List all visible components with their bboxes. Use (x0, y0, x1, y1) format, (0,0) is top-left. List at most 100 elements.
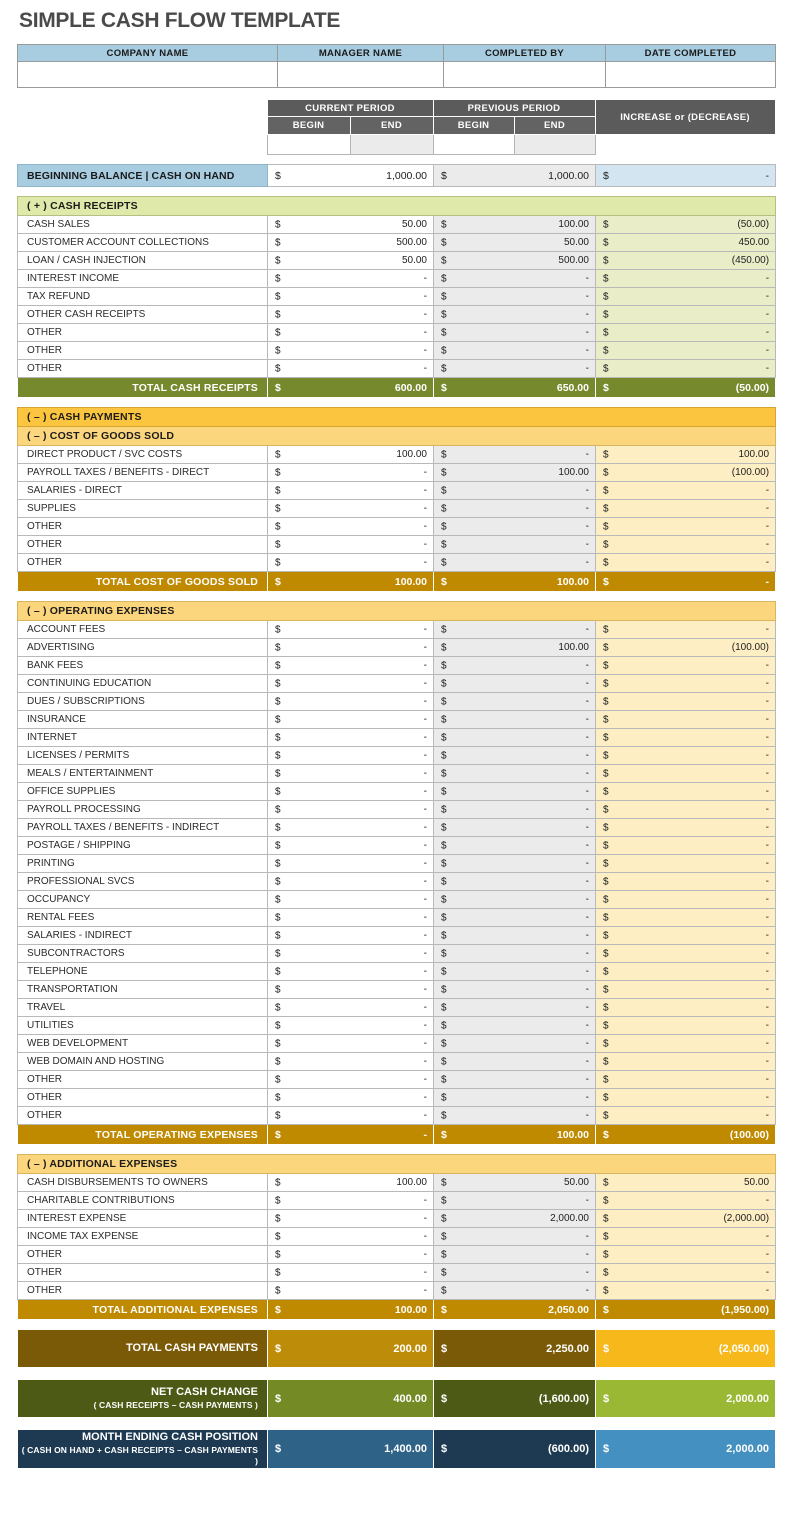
row-increase-value: $450.00 (594, 233, 777, 252)
currency-symbol: $ (603, 557, 609, 568)
amount: - (765, 291, 770, 302)
currency-symbol: $ (441, 449, 447, 460)
amount: - (765, 1092, 769, 1103)
currency-symbol: $ (275, 1056, 281, 1067)
row-previous-value: $2,000.00 (433, 1209, 596, 1228)
amount: - (765, 363, 770, 374)
period-header-spacer (17, 99, 267, 117)
manager-name-input[interactable] (277, 61, 444, 88)
row-label: WEB DEVELOPMENT (17, 1034, 268, 1053)
date-completed-input[interactable] (605, 61, 776, 88)
currency-symbol: $ (275, 1231, 281, 1242)
row-current-value: $ - (267, 782, 434, 801)
row-previous-value: $ - (433, 854, 596, 873)
row-previous-value: $ - (433, 1191, 596, 1210)
row-current-value: $ - (267, 1106, 434, 1125)
section-total-previous: $2,050.00 (433, 1299, 596, 1320)
currency-symbol: $ (275, 840, 281, 851)
info-input-row (17, 61, 776, 88)
row-label: SUPPLIES (17, 499, 268, 518)
amount: - (585, 363, 589, 374)
amount: - (765, 768, 769, 779)
currency-symbol: $ (441, 1110, 447, 1121)
currency-symbol: $ (441, 237, 447, 248)
amount: - (423, 1092, 427, 1103)
currency-symbol: $ (441, 539, 447, 550)
currency-symbol: $ (441, 912, 447, 923)
row-previous-value: $ - (433, 872, 596, 891)
table-row: BANK FEES $ - $ - $ - (17, 656, 776, 675)
amount: - (585, 696, 589, 707)
amount: 500.00 (558, 255, 589, 266)
row-increase-value: $ - (595, 674, 776, 693)
amount: - (585, 521, 589, 532)
summary-increase: $ (2,050.00) (595, 1329, 776, 1368)
currency-symbol: $ (441, 557, 447, 568)
amount: - (423, 768, 427, 779)
summary-current: $1,400.00 (267, 1429, 434, 1469)
amount: - (765, 485, 770, 496)
currency-symbol: $ (441, 1074, 447, 1085)
previous-begin-input[interactable] (432, 134, 515, 155)
current-end-input[interactable] (349, 134, 434, 155)
table-row: WEB DEVELOPMENT $ - $ - $ - (17, 1034, 776, 1053)
currency-symbol: $ (603, 309, 609, 320)
row-increase-value: $ (50.00) (594, 215, 777, 234)
completed-by-input[interactable] (443, 61, 606, 88)
row-previous-value: $ - (433, 962, 596, 981)
row-previous-value: $ - (433, 1034, 596, 1053)
amount: - (765, 309, 770, 320)
currency-symbol: $ (275, 1110, 281, 1121)
row-increase-value: $ - (595, 1088, 776, 1107)
table-row: TRANSPORTATION $ - $ - $ - (17, 980, 776, 999)
currency-symbol: $ (441, 696, 447, 707)
row-previous-value: $100.00 (433, 638, 596, 657)
row-previous-value: $100.00 (433, 215, 596, 234)
row-current-value: $ - (267, 287, 434, 306)
row-previous-value: $ - (433, 674, 596, 693)
previous-begin-header: BEGIN (432, 116, 515, 135)
amount: - (423, 1056, 427, 1067)
amount: 50.00 (401, 255, 427, 266)
amount: (1,950.00) (721, 1303, 770, 1316)
currency-symbol: $ (275, 449, 281, 460)
currency-symbol: $ (275, 1285, 281, 1296)
table-row: OTHER $ - $ - $ - (17, 535, 777, 554)
amount: - (765, 732, 769, 743)
amount: - (765, 1249, 770, 1260)
row-increase-value: $ - (595, 926, 776, 945)
current-begin-input[interactable] (266, 134, 351, 155)
currency-symbol: $ (275, 485, 281, 496)
info-header-row: COMPANY NAME MANAGER NAME COMPLETED BY D… (17, 44, 776, 62)
company-name-input[interactable] (17, 61, 278, 88)
row-current-value: $ - (267, 1088, 434, 1107)
amount: - (765, 1074, 769, 1085)
currency-symbol: $ (441, 642, 447, 653)
amount: - (585, 840, 589, 851)
currency-symbol: $ (275, 1177, 281, 1188)
table-row: INTEREST INCOME $ - $ - $ - (17, 269, 777, 288)
currency-symbol: $ (275, 521, 281, 532)
row-current-value: $ - (267, 638, 434, 657)
amount: (100.00) (731, 467, 770, 478)
row-label: INCOME TAX EXPENSE (17, 1227, 268, 1246)
sections-root: ( + ) CASH RECEIPTS CASH SALES $50.00 $100.… (16, 196, 777, 1329)
currency-symbol: $ (441, 930, 447, 941)
currency-symbol: $ (441, 1442, 448, 1455)
currency-symbol: $ (603, 858, 609, 869)
row-label: OTHER CASH RECEIPTS (17, 305, 268, 324)
amount: 1,000.00 (386, 169, 427, 182)
currency-symbol: $ (275, 503, 281, 514)
amount: - (585, 345, 589, 356)
row-increase-value: $ - (595, 764, 776, 783)
row-label: PROFESSIONAL SVCS (17, 872, 268, 891)
amount: 1,000.00 (548, 169, 589, 182)
previous-end-input[interactable] (513, 134, 596, 155)
row-previous-value: $ - (433, 800, 596, 819)
row-current-value: $ - (267, 620, 434, 639)
currency-symbol: $ (603, 750, 609, 761)
row-label: OTHER (17, 1070, 268, 1089)
row-increase-value: $ - (594, 553, 777, 572)
amount: - (423, 696, 427, 707)
